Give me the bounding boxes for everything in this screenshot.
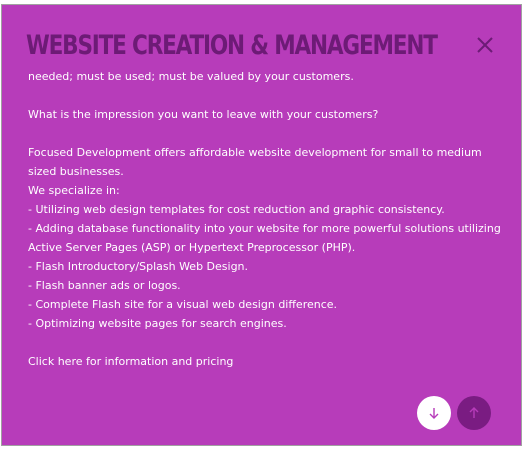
list-item: - Flash Introductory/Splash Web Design. xyxy=(28,260,249,273)
scroll-up-button[interactable] xyxy=(457,396,491,430)
list-item: - Utilizing web design templates for cos… xyxy=(28,203,445,216)
arrow-up-icon xyxy=(469,407,479,418)
list-item: - Flash banner ads or logos. xyxy=(28,279,181,292)
content-scroll-area[interactable]: needed; must be used; must be valued by … xyxy=(28,67,503,397)
intro-text: Focused Development offers affordable we… xyxy=(28,146,482,178)
scroll-down-button[interactable] xyxy=(417,396,451,430)
list-item: - Adding database functionality into you… xyxy=(28,222,501,254)
specialize-heading: We specialize in: xyxy=(28,184,120,197)
question-text: What is the impression you want to leave… xyxy=(28,108,379,121)
close-x-icon xyxy=(477,37,493,53)
list-item: - Complete Flash site for a visual web d… xyxy=(28,298,338,311)
modal-dialog: WEBSITE CREATION & MANAGEMENT needed; mu… xyxy=(1,4,522,446)
partial-line: needed; must be used; must be valued by … xyxy=(28,70,354,83)
list-item: - Optimizing website pages for search en… xyxy=(28,317,287,330)
info-pricing-link[interactable]: Click here for information and pricing xyxy=(28,352,503,371)
close-button[interactable] xyxy=(474,34,496,56)
arrow-down-icon xyxy=(429,408,439,419)
modal-title: WEBSITE CREATION & MANAGEMENT xyxy=(26,30,438,61)
